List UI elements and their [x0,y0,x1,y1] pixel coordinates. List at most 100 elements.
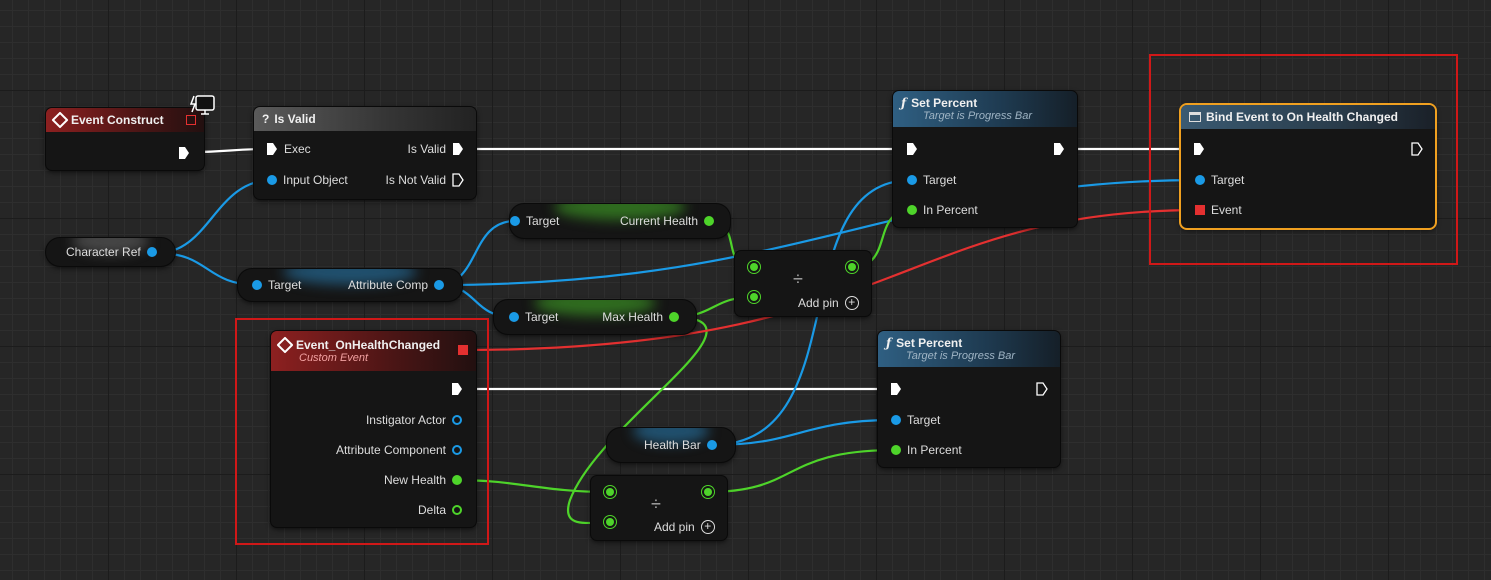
float-pin-dot [891,445,901,455]
target-pin[interactable]: Target [1195,173,1244,187]
event-construct-node[interactable]: Event Construct [46,108,204,170]
pin-label: Event [1211,203,1242,217]
input-object-pin[interactable]: Input Object [267,173,348,187]
pin-label: Target [923,173,957,187]
node-title: Bind Event to On Health Changed [1206,110,1399,124]
float-pin-dot [704,216,714,226]
max-health-out-pin[interactable]: Max Health [602,310,679,324]
dividend-pin[interactable] [750,263,758,271]
object-pin-dot [706,440,717,450]
character-ref-out-pin[interactable]: Character Ref [66,245,157,259]
delegate-pin-square [1195,205,1205,215]
exec-arrow-icon [891,383,901,395]
divide-symbol: ÷ [793,269,803,289]
attribute-comp-getter-node[interactable]: Target Attribute Comp [238,269,462,301]
pin-label: In Percent [907,443,962,457]
pin-label: Attribute Comp [347,278,428,292]
float-pin-outline [452,505,462,515]
float-pin-dot [452,475,462,485]
object-pin-dot [434,280,444,290]
is-valid-node[interactable]: ? Is Valid Exec Input Object Is Valid Is… [254,107,476,199]
pin-label: Target [526,214,560,228]
in-percent-pin[interactable]: In Percent [907,203,978,217]
object-pin-dot [1195,175,1205,185]
exec-out-pin[interactable] [178,146,190,160]
health-bar-out-pin[interactable]: Health Bar [644,438,717,452]
delegate-pin[interactable] [186,115,196,125]
character-ref-node[interactable]: Character Ref [46,238,175,266]
custom-event-node[interactable]: Event_OnHealthChanged Custom Event Insti… [271,331,476,527]
pin-label: Input Object [283,173,348,187]
node-title: Event Construct [71,113,164,127]
is-not-valid-out-pin[interactable]: Is Not Valid [386,173,464,187]
exec-in-pin[interactable]: Exec [266,142,311,156]
target-pin[interactable]: Target [907,173,956,187]
object-pin-dot [252,280,262,290]
add-pin-icon: + [700,520,715,534]
add-pin-icon: + [844,296,859,310]
pin-label: Exec [284,142,311,156]
float-pin-dot [669,312,679,322]
target-pin[interactable]: Target [891,413,940,427]
current-health-out-pin[interactable]: Current Health [620,214,714,228]
delegate-out-pin[interactable] [458,345,468,355]
target-pin[interactable]: Target [509,310,558,324]
exec-arrow-icon [453,143,463,155]
attribute-component-pin[interactable]: Attribute Component [336,443,462,457]
dividend-pin[interactable] [606,488,614,496]
node-title: Is Valid [274,112,316,126]
pin-label: Target [1211,173,1245,187]
node-subtitle: Target is Progress Bar [906,350,1016,362]
node-header: ? Is Valid [254,107,476,131]
current-health-getter-node[interactable]: Target Current Health [510,204,730,238]
is-valid-out-pin[interactable]: Is Valid [408,142,464,156]
exec-arrow-outline-icon [1036,382,1048,396]
divide-node-bottom[interactable]: ÷ Add pin + [591,476,727,540]
result-pin[interactable] [848,263,856,271]
target-pin[interactable]: Target [252,278,301,292]
object-pin-dot [267,175,277,185]
add-pin-button[interactable]: Add pin + [798,296,859,310]
target-pin[interactable]: Target [510,214,559,228]
pin-label: In Percent [923,203,978,217]
exec-arrow-icon [179,147,189,159]
event-pin[interactable]: Event [1195,203,1242,217]
object-pin-dot [509,312,519,322]
exec-in-pin[interactable] [1193,142,1205,156]
attribute-comp-out-pin[interactable]: Attribute Comp [348,278,444,292]
divide-node-top[interactable]: ÷ Add pin + [735,251,871,316]
in-percent-pin[interactable]: In Percent [891,443,962,457]
exec-out-pin[interactable] [1036,382,1048,396]
exec-out-pin[interactable] [451,382,463,396]
exec-arrow-icon [452,383,462,395]
exec-in-pin[interactable] [890,382,902,396]
pin-label: Attribute Component [335,443,446,457]
object-pin-outline [452,415,462,425]
bind-event-icon [1189,112,1201,122]
exec-out-pin[interactable] [1053,142,1065,156]
max-health-getter-node[interactable]: Target Max Health [494,300,696,334]
pin-label: New Health [383,473,446,487]
function-icon: ƒ [886,336,892,350]
object-pin-dot [891,415,901,425]
instigator-actor-pin[interactable]: Instigator Actor [366,413,462,427]
result-pin[interactable] [704,488,712,496]
set-percent-node-bottom[interactable]: ƒ Set Percent Target is Progress Bar Tar… [878,331,1060,467]
object-wire [711,418,897,447]
bind-event-node[interactable]: Bind Event to On Health Changed Target E… [1181,105,1435,228]
node-subtitle: Custom Event [299,352,369,364]
exec-in-pin[interactable] [906,142,918,156]
new-health-pin[interactable]: New Health [384,473,462,487]
exec-out-pin[interactable] [1411,142,1423,156]
delta-pin[interactable]: Delta [418,503,462,517]
add-pin-button[interactable]: Add pin + [654,520,715,534]
set-percent-node-top[interactable]: ƒ Set Percent Target is Progress Bar Tar… [893,91,1077,227]
divisor-pin[interactable] [750,293,758,301]
exec-arrow-outline-icon [452,173,464,187]
pin-label: Max Health [602,310,663,324]
health-bar-node[interactable]: Health Bar [607,428,735,462]
divisor-pin[interactable] [606,518,614,526]
node-header: ƒ Set Percent Target is Progress Bar [893,91,1077,127]
node-header: Bind Event to On Health Changed [1181,105,1435,129]
node-title: Event_OnHealthChanged [296,338,441,352]
